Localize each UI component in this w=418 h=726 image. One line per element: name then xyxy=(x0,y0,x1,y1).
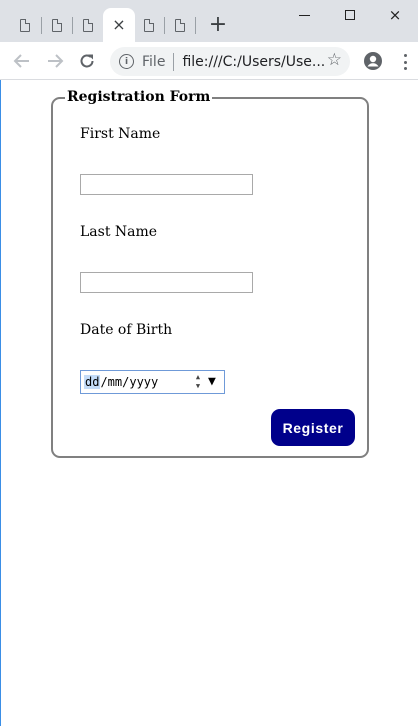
tab-3[interactable] xyxy=(73,8,103,42)
document-icon xyxy=(175,18,185,32)
bookmark-star-icon[interactable]: ☆ xyxy=(327,52,342,69)
form-legend: Registration Form xyxy=(65,89,213,105)
window-frame-left-edge xyxy=(0,0,1,726)
tab-6[interactable] xyxy=(165,8,195,42)
maximize-icon xyxy=(345,10,355,20)
profile-avatar-icon[interactable] xyxy=(363,51,383,71)
close-window-icon: × xyxy=(388,5,402,24)
maximize-button[interactable] xyxy=(327,0,373,30)
tab-5[interactable] xyxy=(135,8,163,42)
register-button[interactable]: Register xyxy=(271,409,355,446)
close-tab-icon[interactable]: × xyxy=(112,17,125,33)
date-spinner[interactable]: ▲ ▼ xyxy=(192,374,204,390)
first-name-input[interactable] xyxy=(80,174,253,195)
day-segment[interactable]: dd xyxy=(84,375,101,389)
document-icon xyxy=(20,18,30,32)
address-bar[interactable]: i File file:///C:/Users/Use... ☆ xyxy=(110,47,350,76)
reload-button[interactable] xyxy=(74,48,100,74)
scheme-label: File xyxy=(142,53,166,70)
tab-4-active[interactable]: × xyxy=(103,8,135,42)
tab-1[interactable] xyxy=(10,8,40,42)
spin-down-icon[interactable]: ▼ xyxy=(196,383,200,390)
date-of-birth-label: Date of Birth xyxy=(80,322,173,338)
month-year-segment[interactable]: /mm/yyyy xyxy=(100,375,158,389)
tab-2[interactable] xyxy=(42,8,72,42)
date-of-birth-input[interactable]: dd /mm/yyyy ▲ ▼ ▼ xyxy=(80,370,225,394)
spin-up-icon[interactable]: ▲ xyxy=(196,374,200,381)
browser-toolbar: i File file:///C:/Users/Use... ☆ xyxy=(0,42,418,80)
forward-button[interactable] xyxy=(42,48,68,74)
address-separator xyxy=(173,52,175,71)
new-tab-button[interactable]: + xyxy=(207,14,229,36)
close-window-button[interactable]: × xyxy=(372,0,418,30)
arrow-left-icon xyxy=(13,54,29,68)
url-text[interactable]: file:///C:/Users/Use... xyxy=(182,54,325,70)
last-name-label: Last Name xyxy=(80,224,158,240)
document-icon xyxy=(52,18,62,32)
document-icon xyxy=(83,18,93,32)
arrow-right-icon xyxy=(48,54,64,68)
tab-separator xyxy=(195,17,196,34)
browser-menu-icon[interactable] xyxy=(400,52,410,72)
tab-strip: × + × xyxy=(0,0,418,42)
back-button[interactable] xyxy=(9,48,35,74)
minimize-button[interactable] xyxy=(281,0,327,30)
minimize-icon xyxy=(298,14,310,16)
reload-icon xyxy=(80,54,94,68)
first-name-label: First Name xyxy=(80,126,161,142)
info-icon[interactable]: i xyxy=(119,54,134,69)
last-name-input[interactable] xyxy=(80,272,253,293)
document-icon xyxy=(144,18,154,32)
calendar-dropdown-icon[interactable]: ▼ xyxy=(208,373,216,391)
